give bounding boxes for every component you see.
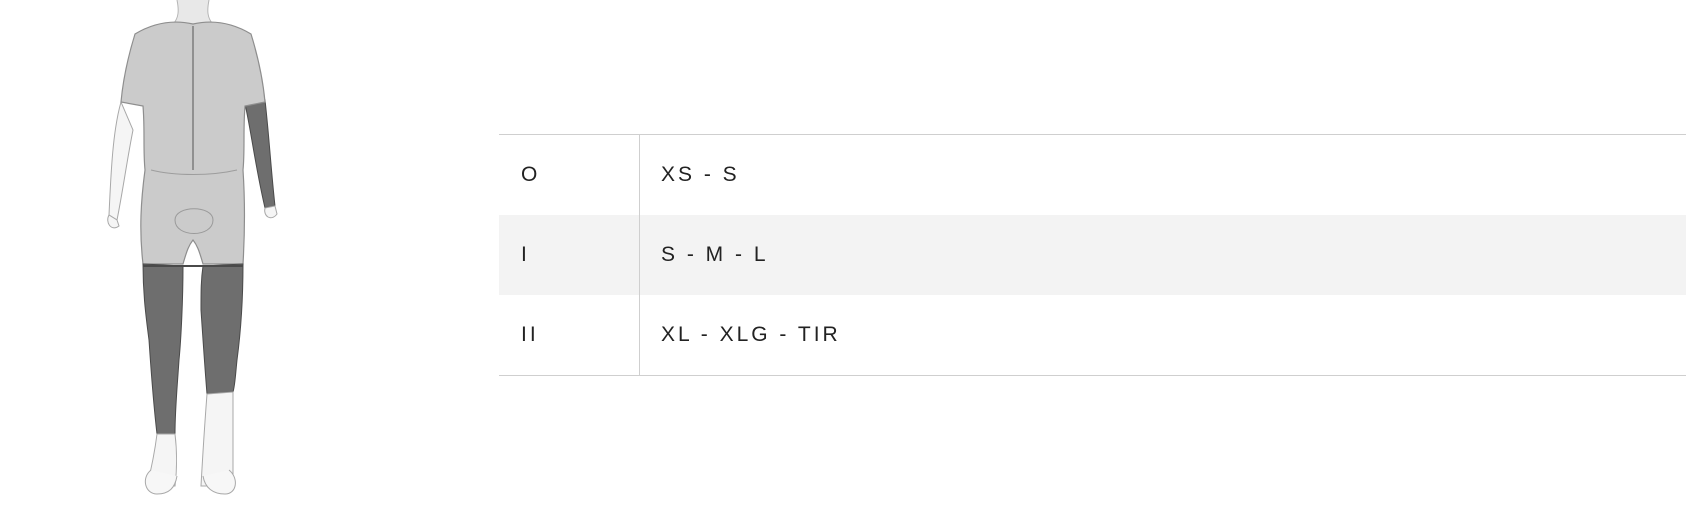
- size-range: S - M - L: [661, 243, 769, 266]
- size-row: I S - M - L: [499, 215, 1686, 295]
- body-suit-illustration: [95, 0, 295, 500]
- figure-svg: [107, 0, 278, 495]
- size-range: XL - XLG - TIR: [661, 323, 841, 346]
- size-code: I: [499, 215, 640, 295]
- size-code: O: [499, 135, 640, 215]
- size-row: II XL - XLG - TIR: [499, 295, 1686, 375]
- size-table: O XS - S I S - M - L II XL - XLG - TIR: [499, 134, 1686, 376]
- size-row: O XS - S: [499, 135, 1686, 215]
- size-range: XS - S: [661, 163, 740, 186]
- size-code: II: [499, 295, 640, 375]
